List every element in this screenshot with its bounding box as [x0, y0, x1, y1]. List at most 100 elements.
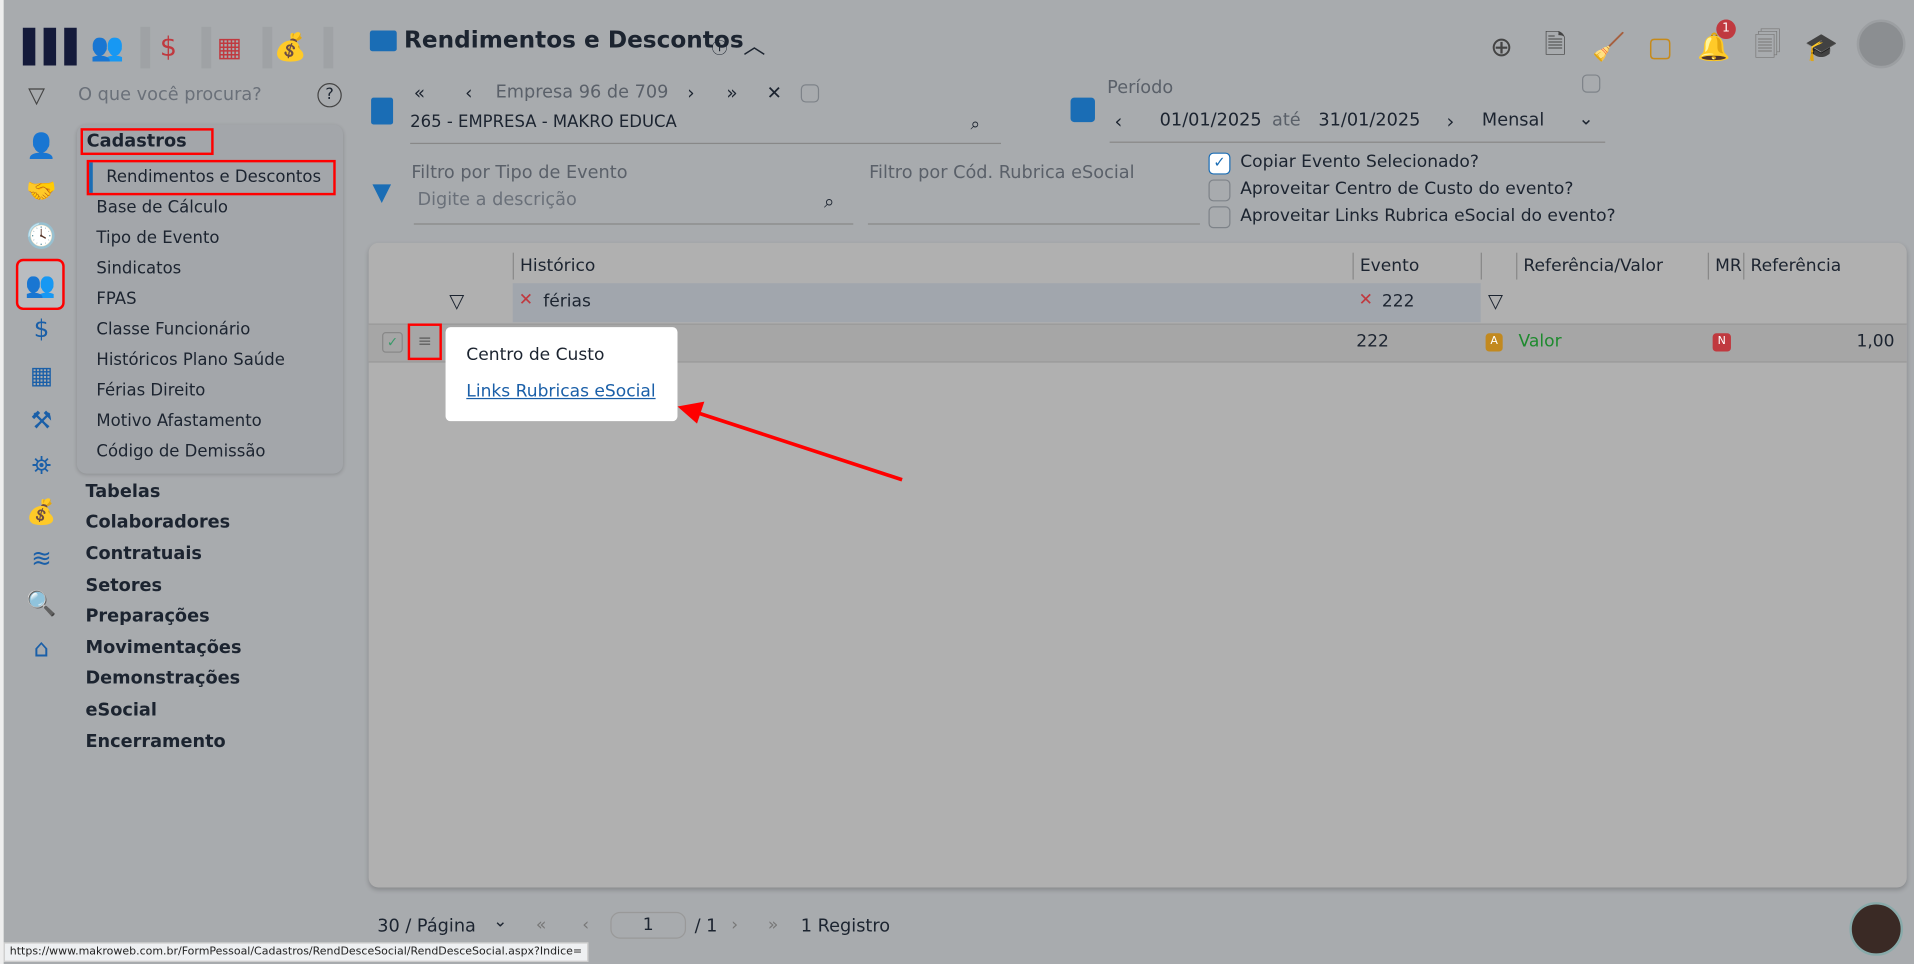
menu-section[interactable]: Colaboradores: [85, 513, 230, 533]
periodo-checkbox[interactable]: [1582, 74, 1601, 93]
next-period-button[interactable]: ›: [1447, 110, 1455, 133]
prev-page-button[interactable]: ‹: [582, 916, 589, 936]
historico-filter-value[interactable]: férias: [543, 292, 591, 312]
option-label: Aproveitar Centro de Custo do evento?: [1240, 179, 1574, 199]
logo[interactable]: ▌▌▌: [23, 29, 89, 66]
empresa-field[interactable]: 265 - EMPRESA - MAKRO EDUCA: [410, 112, 1001, 145]
note-icon[interactable]: ▢: [1642, 29, 1679, 66]
column-header-historico[interactable]: Histórico: [512, 252, 595, 280]
menu-section[interactable]: Contratuais: [85, 544, 202, 564]
menu-section[interactable]: Movimentações: [85, 638, 241, 658]
page-size-select[interactable]: 30 / Página: [377, 917, 476, 937]
clear-empresa-button[interactable]: ✕: [767, 82, 782, 104]
dollar-icon[interactable]: $: [150, 29, 187, 66]
collapse-chevron-icon[interactable]: ︿: [743, 29, 765, 61]
menu-item[interactable]: Motivo Afastamento: [96, 411, 261, 431]
people-icon[interactable]: 👥: [89, 29, 126, 66]
period-start[interactable]: 01/01/2025: [1160, 111, 1262, 131]
menu-links-rubricas[interactable]: Links Rubricas eSocial: [466, 382, 655, 402]
rubrica-filter-label: Filtro por Cód. Rubrica eSocial: [869, 163, 1135, 184]
menu-item[interactable]: Base de Cálculo: [96, 198, 228, 218]
tipo-filter-input[interactable]: Digite a descrição: [413, 190, 854, 225]
menu-item[interactable]: Código de Demissão: [96, 442, 265, 462]
search-icon[interactable]: ⌕: [970, 115, 980, 135]
menu-item[interactable]: Classe Funcionário: [96, 320, 250, 340]
column-header-evento[interactable]: Evento: [1352, 252, 1419, 280]
user-settings-icon[interactable]: 👤: [26, 129, 58, 161]
option-label: Aproveitar Links Rubrica eSocial do even…: [1240, 206, 1616, 226]
prev-period-button[interactable]: ‹: [1114, 110, 1122, 133]
menu-section[interactable]: Encerramento: [85, 732, 225, 752]
next-page-button[interactable]: ›: [731, 916, 738, 936]
tools-icon[interactable]: ⚒: [26, 404, 58, 436]
option-checkbox-copiar[interactable]: ✓: [1208, 152, 1231, 175]
menu-section[interactable]: eSocial: [85, 701, 156, 721]
last-page-button[interactable]: »: [768, 916, 778, 936]
report-search-icon[interactable]: 🗐: [1749, 29, 1786, 66]
option-checkbox-links[interactable]: [1208, 206, 1231, 229]
referencia-filter-icon[interactable]: ▽: [1488, 289, 1503, 312]
column-header-referencia-valor[interactable]: Referência/Valor: [1516, 252, 1663, 280]
menu-item[interactable]: FPAS: [96, 289, 136, 309]
search-icon[interactable]: ⌕: [824, 190, 834, 212]
graduation-cap-icon[interactable]: 🎓: [1803, 29, 1840, 66]
column-header-mr[interactable]: MR: [1707, 252, 1742, 280]
menu-item[interactable]: Férias Direito: [96, 381, 205, 401]
period-sep: até: [1271, 111, 1301, 131]
calculator-icon[interactable]: ▦: [211, 29, 248, 66]
document-icon[interactable]: 🗎: [1537, 29, 1574, 66]
menu-item[interactable]: Tipo de Evento: [96, 228, 219, 248]
info-icon[interactable]: ⓘ: [712, 35, 728, 58]
filter-icon[interactable]: ▽: [28, 83, 45, 109]
chevron-down-icon[interactable]: ⌄: [493, 912, 507, 932]
money-bag-icon[interactable]: 💰: [272, 29, 309, 66]
first-page-button[interactable]: «: [536, 916, 546, 936]
first-empresa-button[interactable]: «: [414, 82, 425, 104]
chevron-down-icon[interactable]: ⌄: [1578, 107, 1593, 129]
home-icon[interactable]: ⌂: [26, 632, 58, 664]
row-menu-button[interactable]: ≡: [407, 323, 442, 361]
clock-icon[interactable]: 🕓: [26, 220, 58, 252]
dollar-circle-icon[interactable]: $: [26, 312, 58, 344]
search-input[interactable]: O que você procura?: [78, 85, 262, 105]
layers-icon[interactable]: ≋: [26, 542, 58, 574]
empresa-checkbox[interactable]: [800, 84, 820, 103]
add-icon[interactable]: ⊕: [1483, 29, 1520, 66]
search-nav-icon[interactable]: 🔍: [26, 587, 58, 619]
menu-section[interactable]: Tabelas: [85, 482, 160, 502]
menu-section[interactable]: Demonstrações: [85, 669, 240, 689]
last-empresa-button[interactable]: »: [726, 82, 737, 104]
network-icon[interactable]: ⛯: [26, 449, 58, 481]
clear-historico-filter-icon[interactable]: ✕: [519, 291, 533, 311]
column-header-referencia[interactable]: Referência: [1743, 252, 1841, 280]
evento-filter-value[interactable]: 222: [1382, 292, 1415, 312]
next-empresa-button[interactable]: ›: [687, 82, 694, 104]
period-type-select[interactable]: Mensal: [1482, 111, 1544, 131]
rubrica-filter-input[interactable]: [867, 190, 1200, 225]
annotation-arrow: [677, 401, 903, 482]
page-title: Rendimentos e Descontos: [404, 26, 744, 54]
menu-item[interactable]: Sindicatos: [96, 259, 181, 279]
menu-item[interactable]: Históricos Plano Saúde: [96, 350, 284, 370]
option-checkbox-centro[interactable]: [1208, 179, 1231, 202]
row-checkbox[interactable]: ✓: [382, 332, 403, 353]
broom-icon[interactable]: 🧹: [1591, 29, 1628, 66]
help-icon[interactable]: ?: [317, 83, 342, 108]
menu-item[interactable]: Rendimentos e Descontos: [106, 167, 321, 187]
menu-section[interactable]: Preparações: [85, 607, 209, 627]
menu-section-cadastros[interactable]: Cadastros: [80, 128, 214, 156]
empresa-counter: Empresa 96 de 709: [495, 83, 669, 103]
money-bag-nav-icon[interactable]: 💰: [26, 496, 58, 528]
people-nav-icon[interactable]: 👥: [15, 258, 65, 311]
row-filter-icon[interactable]: ▽: [449, 289, 464, 312]
handshake-icon[interactable]: 🤝: [26, 175, 58, 207]
prev-empresa-button[interactable]: ‹: [465, 82, 472, 104]
page-input[interactable]: 1: [610, 911, 687, 939]
calculator-nav-icon[interactable]: ▦: [26, 359, 58, 391]
period-end[interactable]: 31/01/2025: [1318, 111, 1420, 131]
menu-centro-de-custo[interactable]: Centro de Custo: [466, 345, 604, 365]
user-avatar[interactable]: [1856, 19, 1906, 69]
assistant-avatar[interactable]: [1849, 902, 1904, 956]
menu-section[interactable]: Setores: [85, 576, 162, 596]
clear-evento-filter-icon[interactable]: ✕: [1359, 291, 1373, 311]
